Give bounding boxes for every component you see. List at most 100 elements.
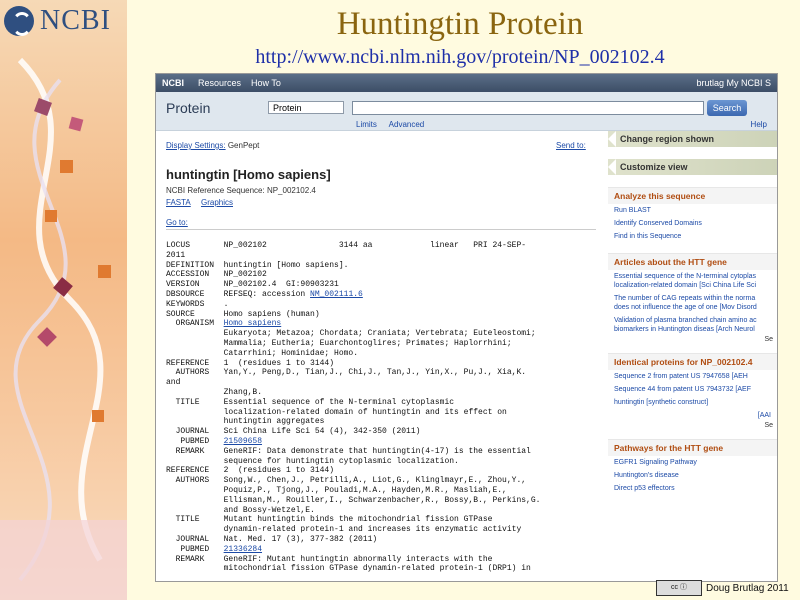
credit: cc ⓘ Doug Brutlag 2011 <box>656 580 789 596</box>
record-line: TITLE Mutant huntingtin binds the mitoch… <box>166 515 493 525</box>
identical-item[interactable]: huntingtin [synthetic construct] <box>608 396 777 409</box>
ncbi-logo: NCBI <box>4 4 124 38</box>
analyze-item[interactable]: Run BLAST <box>608 204 777 217</box>
user-links[interactable]: brutlag My NCBI S <box>696 78 771 88</box>
search-bar: Protein Protein Search Limits Advanced H… <box>156 92 777 131</box>
record-line: JOURNAL Sci China Life Sci 54 (4), 342-3… <box>166 427 421 437</box>
pathway-item[interactable]: Direct p53 effectors <box>608 482 777 495</box>
ncbi-logo-text: NCBI <box>40 5 111 36</box>
ncbi-screenshot: NCBI Resources How To brutlag My NCBI S … <box>155 73 778 582</box>
db-select[interactable]: Protein <box>268 101 344 114</box>
record-line: and Bossy-Wetzel,E. <box>166 505 315 515</box>
goto-link[interactable]: Go to: <box>166 218 188 227</box>
record-line: PUBMED 21336284 <box>166 544 263 554</box>
analyze-panel: Analyze this sequence Run BLAST Identify… <box>608 187 777 243</box>
analyze-item[interactable]: Find in this Sequence <box>608 230 777 243</box>
record-line: REFERENCE 2 (residues 1 to 3144) <box>166 466 335 476</box>
record-line: and <box>166 378 181 388</box>
record-line: ACCESSION NP_002102 <box>166 270 267 280</box>
record-line: Poquiz,P., Tjong,J., Pouladi,M.A., Hayde… <box>166 485 507 495</box>
record-line: Mammalia; Eutheria; Euarchontoglires; Pr… <box>166 338 512 348</box>
graphics-link[interactable]: Graphics <box>201 198 233 207</box>
record-line: Catarrhini; Hominidae; Homo. <box>166 348 359 358</box>
record-line: REFERENCE 1 (residues 1 to 3144) <box>166 358 335 368</box>
sidebar: Change region shown Customize view Analy… <box>608 131 777 581</box>
identical-item[interactable]: Sequence 44 from patent US 7943732 [AEF <box>608 383 777 396</box>
change-region-tab[interactable]: Change region shown <box>608 131 777 147</box>
record-line: SOURCE Homo sapiens (human) <box>166 309 320 319</box>
see-all-link[interactable]: Se <box>608 422 777 429</box>
genpept-record: LOCUS NP_002102 3144 aa linear PRI 24-SE… <box>166 241 540 574</box>
credit-text: Doug Brutlag 2011 <box>706 582 789 594</box>
record-title: huntingtin [Homo sapiens] <box>166 167 331 182</box>
record-line: REMARK GeneRIF: Data demonstrate that hu… <box>166 446 531 456</box>
record-line: localization-related domain of huntingti… <box>166 407 507 417</box>
refseq-label: NCBI Reference Sequence: NP_002102.4 <box>166 186 316 195</box>
ncbi-logo-icon <box>4 6 34 36</box>
cc-license-icon: cc ⓘ <box>656 580 702 596</box>
record-line: DEFINITION huntingtin [Homo sapiens]. <box>166 260 349 270</box>
record-line: ORGANISM Homo sapiens <box>166 319 282 329</box>
record-link[interactable]: 21509658 <box>224 437 262 446</box>
display-settings-link[interactable]: Display Settings: <box>166 141 226 150</box>
format-links: FASTA Graphics <box>166 198 241 207</box>
pathways-panel: Pathways for the HTT gene EGFR1 Signalin… <box>608 439 777 495</box>
db-title: Protein <box>166 100 211 116</box>
article-item[interactable]: Validation of plasma branched chain amin… <box>608 314 777 336</box>
record-line: mitochondrial fission GTPase dynamin-rel… <box>166 564 531 574</box>
article-item[interactable]: The number of CAG repeats within the nor… <box>608 292 777 314</box>
customize-view-tab[interactable]: Customize view <box>608 159 777 175</box>
record-link[interactable]: NM_002111.6 <box>310 290 363 299</box>
record-line: PUBMED 21509658 <box>166 436 263 446</box>
identical-item[interactable]: Sequence 2 from patent US 7947658 [AEH <box>608 370 777 383</box>
article-item[interactable]: Essential sequence of the N-terminal cyt… <box>608 270 777 292</box>
identical-accession: [AAI <box>757 412 771 419</box>
slide-url[interactable]: http://www.ncbi.nlm.nih.gov/protein/NP_0… <box>180 46 740 69</box>
advanced-link[interactable]: Advanced <box>389 120 425 129</box>
search-button[interactable]: Search <box>707 100 747 116</box>
pathway-item[interactable]: EGFR1 Signaling Pathway <box>608 456 777 469</box>
identical-panel: Identical proteins for NP_002102.4 Seque… <box>608 353 777 429</box>
format-label: GenPept <box>227 141 260 150</box>
record-line: JOURNAL Nat. Med. 17 (3), 377-382 (2011) <box>166 534 378 544</box>
pathway-item[interactable]: Huntington's disease <box>608 469 777 482</box>
analyze-item[interactable]: Identify Conserved Domains <box>608 217 777 230</box>
search-links: Limits Advanced <box>356 120 434 129</box>
record-line: 2011 <box>166 250 186 260</box>
limits-link[interactable]: Limits <box>356 120 377 129</box>
record-line: Ellisman,M., Rouiller,I., Schwarzenbache… <box>166 495 541 505</box>
ncbi-topbar: NCBI Resources How To brutlag My NCBI S <box>156 74 777 92</box>
record-line: Eukaryota; Metazoa; Chordata; Craniata; … <box>166 329 536 339</box>
analyze-title: Analyze this sequence <box>608 188 777 204</box>
record-link[interactable]: Homo sapiens <box>224 319 282 328</box>
dna-helix-decoration <box>0 57 127 600</box>
record-line: huntingtin aggregates <box>166 417 325 427</box>
divider <box>166 229 596 230</box>
record-line: TITLE Essential sequence of the N-termin… <box>166 397 455 407</box>
fasta-link[interactable]: FASTA <box>166 198 191 207</box>
topbar-logo[interactable]: NCBI <box>162 78 184 88</box>
record-line: DBSOURCE REFSEQ: accession NM_002111.6 <box>166 289 363 299</box>
howto-menu[interactable]: How To <box>251 78 281 88</box>
decorative-strip: NCBI <box>0 0 127 600</box>
record-line: KEYWORDS . <box>166 299 229 309</box>
identical-title: Identical proteins for NP_002102.4 <box>608 354 777 370</box>
pathways-title: Pathways for the HTT gene <box>608 440 777 456</box>
record-line: Zhang,B. <box>166 387 263 397</box>
articles-panel: Articles about the HTT gene Essential se… <box>608 253 777 343</box>
display-settings: Display Settings: GenPept <box>166 141 259 150</box>
record-main: Display Settings: GenPept Send to: hunti… <box>156 131 601 581</box>
record-line: AUTHORS Yan,Y., Peng,D., Tian,J., Chi,J.… <box>166 368 527 378</box>
record-line: VERSION NP_002102.4 GI:90903231 <box>166 280 339 290</box>
record-link[interactable]: 21336284 <box>224 545 262 554</box>
see-all-link[interactable]: Se <box>608 336 777 343</box>
search-input[interactable] <box>352 101 704 115</box>
record-line: sequence for huntingtin cytoplasmic loca… <box>166 456 459 466</box>
help-link[interactable]: Help <box>751 120 767 129</box>
record-line: LOCUS NP_002102 3144 aa linear PRI 24-SE… <box>166 241 527 250</box>
record-line: dynamin-related protein-1 and increases … <box>166 525 522 535</box>
record-line: AUTHORS Song,W., Chen,J., Petrilli,A., L… <box>166 476 527 486</box>
articles-title: Articles about the HTT gene <box>608 254 777 270</box>
resources-menu[interactable]: Resources <box>198 78 241 88</box>
send-to-link[interactable]: Send to: <box>556 141 586 150</box>
